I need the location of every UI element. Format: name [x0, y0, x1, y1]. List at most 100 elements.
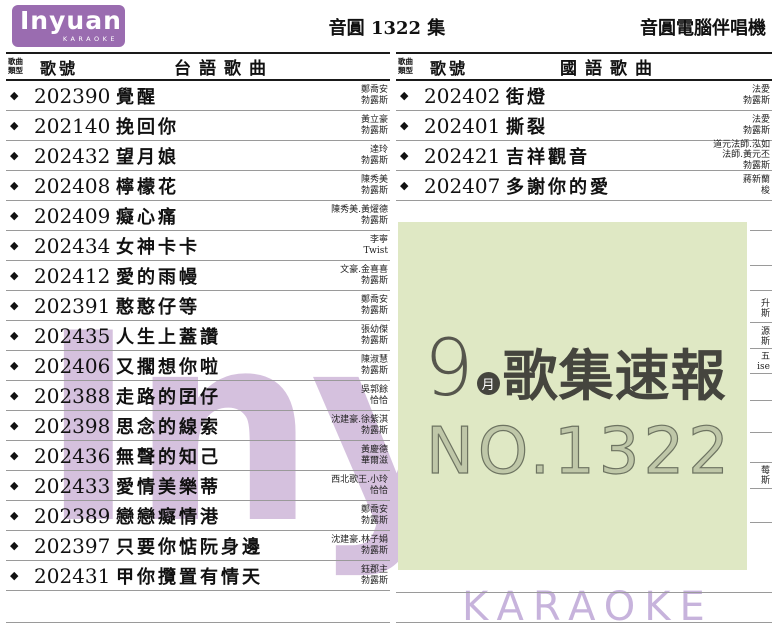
- song-number: 202431: [34, 563, 111, 588]
- song-credits: 達玲 勃露斯: [360, 145, 388, 166]
- song-title: 只要你惦阮身邊: [116, 536, 263, 558]
- song-title: 愛情美樂蒂: [116, 476, 221, 498]
- song-row: ◆ 202432 望月娘 達玲 勃露斯: [6, 141, 390, 171]
- song-title: 走路的囝仔: [116, 386, 221, 408]
- song-type-header: 歌曲 類型: [6, 57, 34, 75]
- occluded-row-separator: [750, 290, 772, 291]
- promo-headline-row: 9 月 歌集速報: [424, 324, 727, 414]
- occluded-credits-fragment: 升 斯: [760, 299, 770, 320]
- left-column-bottom-rule: [6, 622, 390, 623]
- song-row: ◆ 202140 挽回你 黃立豪 勃露斯: [6, 111, 390, 141]
- song-title: 吉祥觀音: [506, 146, 590, 168]
- promo-issue-number: NO.1322: [425, 415, 733, 489]
- song-credits: 西北歌王.小玲 恰恰: [331, 475, 388, 496]
- diamond-icon: ◆: [10, 179, 19, 192]
- song-row: ◆ 202431 甲你攬置有情天 鈺郡主 勃露斯: [6, 561, 390, 591]
- logo-brand-name: Inyuan: [20, 6, 122, 35]
- song-row: ◆ 202397 只要你惦阮身邊 沈建豪.林子娟 勃露斯: [6, 531, 390, 561]
- song-row: ◆ 202389 戀戀癡情港 鄭喬安 勃露斯: [6, 501, 390, 531]
- diamond-icon: ◆: [10, 479, 19, 492]
- song-number: 202140: [34, 113, 111, 138]
- song-number: 202402: [424, 83, 501, 108]
- diamond-icon: ◆: [10, 569, 19, 582]
- occluded-row-separator: [750, 522, 772, 523]
- song-number: 202408: [34, 173, 111, 198]
- occluded-row-separator: [750, 348, 772, 349]
- song-title: 又擱想你啦: [116, 356, 221, 378]
- category-header: 台語歌曲: [174, 59, 274, 79]
- song-credits: 黃立豪 勃露斯: [360, 115, 388, 136]
- song-title: 憨憨仔等: [116, 296, 200, 318]
- song-number: 202388: [34, 383, 111, 408]
- song-number: 202401: [424, 113, 501, 138]
- diamond-icon: ◆: [10, 119, 19, 132]
- song-row: ◆ 202388 走路的囝仔 吳郭餘 恰恰: [6, 381, 390, 411]
- song-number: 202391: [34, 293, 111, 318]
- occluded-row-separator: [750, 322, 772, 323]
- song-title: 檸檬花: [116, 176, 179, 198]
- category-header: 國語歌曲: [560, 59, 660, 79]
- song-row: ◆ 202433 愛情美樂蒂 西北歌王.小玲 恰恰: [6, 471, 390, 501]
- diamond-icon: ◆: [10, 299, 19, 312]
- song-title: 覺醒: [116, 86, 158, 108]
- song-credits: 沈建豪.林子娟 勃露斯: [331, 535, 388, 556]
- song-title: 人生上蓋讚: [116, 326, 221, 348]
- song-row: ◆ 202402 街燈 法愛 勃露斯: [396, 81, 772, 111]
- song-row: ◆ 202436 無聲的知己 黃慶德 華爾滋: [6, 441, 390, 471]
- mandarin-song-column: 歌曲 類型 歌號 國語歌曲 ◆ 202402 街燈 法愛 勃露斯 ◆ 202401 撕裂 法愛…: [396, 52, 772, 201]
- song-credits: 陳淑慧 勃露斯: [360, 355, 388, 376]
- song-number: 202434: [34, 233, 111, 258]
- occluded-row-separator: [750, 432, 772, 433]
- song-rows-container: ◆ 202402 街燈 法愛 勃露斯 ◆ 202401 撕裂 法愛 勃露斯 ◆ 202421 吉祥觀…: [396, 81, 772, 201]
- song-row: ◆ 202421 吉祥觀音 道元法師.泓如 法師.黃元丕 勃露斯: [396, 140, 772, 171]
- song-row: ◆ 202401 撕裂 法愛 勃露斯: [396, 111, 772, 141]
- song-type-header: 歌曲 類型: [396, 57, 424, 75]
- occluded-row-separator: [750, 462, 772, 463]
- song-title: 望月娘: [116, 146, 179, 168]
- diamond-icon: ◆: [10, 239, 19, 252]
- song-credits: 陳秀美 勃露斯: [360, 175, 388, 196]
- song-title: 撕裂: [506, 116, 548, 138]
- song-title: 街燈: [506, 86, 548, 108]
- song-row: ◆ 202409 癡心痛 陳秀美.黃燿德 勃露斯: [6, 201, 390, 231]
- diamond-icon: ◆: [10, 389, 19, 402]
- song-number: 202397: [34, 533, 111, 558]
- song-title: 挽回你: [116, 116, 179, 138]
- song-row: ◆ 202435 人生上蓋讚 張幼傑 勃露斯: [6, 321, 390, 351]
- song-title: 戀戀癡情港: [116, 506, 221, 528]
- song-row: ◆ 202412 愛的雨幔 文豪.金喜喜 勃露斯: [6, 261, 390, 291]
- diamond-icon: ◆: [400, 179, 409, 192]
- song-credits: 張幼傑 勃露斯: [360, 325, 388, 346]
- song-number: 202406: [34, 353, 111, 378]
- promo-month-number: 9: [424, 324, 474, 414]
- song-title: 多謝你的愛: [506, 176, 611, 198]
- occluded-row-separator: [750, 230, 772, 231]
- song-title: 思念的線索: [116, 416, 221, 438]
- song-number: 202412: [34, 263, 111, 288]
- song-number: 202432: [34, 143, 111, 168]
- song-rows-container: ◆ 202390 覺醒 鄭喬安 勃露斯 ◆ 202140 挽回你 黃立豪 勃露斯 ◆ 202432…: [6, 81, 390, 591]
- song-credits: 文豪.金喜喜 勃露斯: [340, 265, 388, 286]
- right-column-bottom-rule: [396, 622, 772, 623]
- song-number: 202389: [34, 503, 111, 528]
- diamond-icon: ◆: [10, 269, 19, 282]
- hidden-column-edge: 升 斯源 斯五 ise 莓 斯: [748, 0, 772, 632]
- song-credits: 鈺郡主 勃露斯: [360, 565, 388, 586]
- song-row: ◆ 202391 憨憨仔等 鄭喬安 勃露斯: [6, 291, 390, 321]
- song-number: 202398: [34, 413, 111, 438]
- diamond-icon: ◆: [10, 209, 19, 222]
- column-header: 歌曲 類型 歌號 台語歌曲: [6, 52, 390, 81]
- diamond-icon: ◆: [10, 419, 19, 432]
- diamond-icon: ◆: [400, 89, 409, 102]
- promo-month-char: 月: [481, 377, 495, 393]
- song-number: 202436: [34, 443, 111, 468]
- diamond-icon: ◆: [400, 149, 409, 162]
- song-row: ◆ 202390 覺醒 鄭喬安 勃露斯: [6, 81, 390, 111]
- taiwanese-song-column: 歌曲 類型 歌號 台語歌曲 ◆ 202390 覺醒 鄭喬安 勃露斯 ◆ 202140 挽回你…: [6, 52, 390, 591]
- diamond-icon: ◆: [10, 149, 19, 162]
- song-number-header: 歌號: [40, 58, 79, 78]
- diamond-icon: ◆: [10, 509, 19, 522]
- promo-box: 9 月 歌集速報 NO.1322: [398, 222, 747, 570]
- occluded-row-separator: [750, 373, 772, 374]
- diamond-icon: ◆: [10, 359, 19, 372]
